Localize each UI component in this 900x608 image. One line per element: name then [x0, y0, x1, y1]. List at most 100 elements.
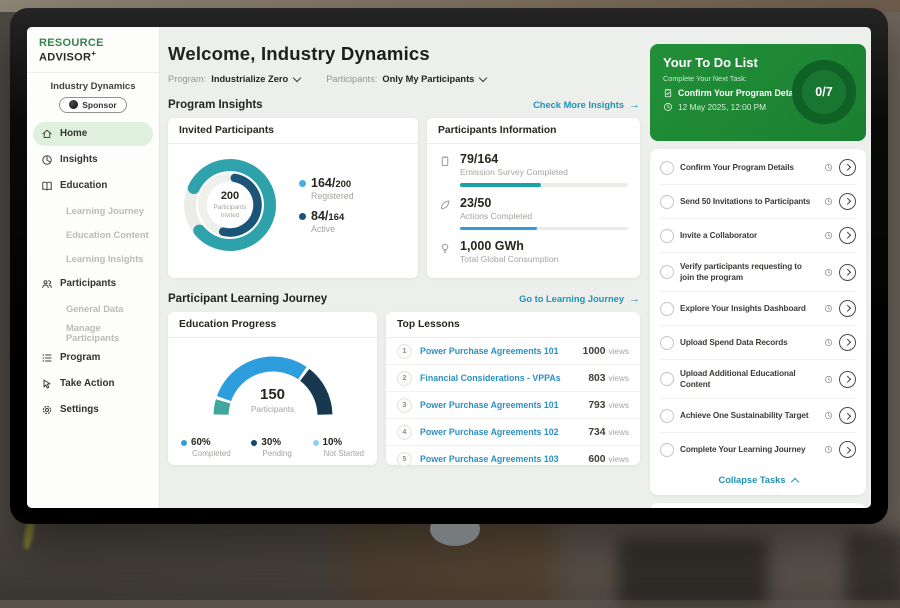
- sidebar-item-education[interactable]: Education: [33, 174, 153, 198]
- education-icon: [41, 180, 53, 192]
- chevron-right-icon: [844, 447, 850, 453]
- sidebar-item-settings[interactable]: Settings: [33, 398, 153, 422]
- collapse-tasks-link[interactable]: Collapse Tasks: [660, 466, 856, 489]
- gauge-legend-item-pending: 30% Pending: [251, 437, 291, 458]
- sidebar-item-insights[interactable]: Insights: [33, 148, 153, 172]
- sidebar-item-label: Program: [60, 352, 100, 363]
- progress-bar-track: [460, 227, 628, 231]
- task-open-button[interactable]: [839, 371, 856, 388]
- clock-icon: [824, 304, 833, 313]
- card-title: Education Progress: [168, 312, 377, 338]
- donut-chart-area: 200 Participants Invited 164/200 Registe…: [168, 144, 418, 266]
- lesson-link[interactable]: Financial Considerations - VPPAs: [420, 373, 580, 383]
- sidebar-item-home[interactable]: Home: [33, 122, 153, 146]
- task-checkbox[interactable]: [660, 161, 674, 175]
- section-title: Program Insights: [168, 99, 263, 111]
- task-checkbox[interactable]: [660, 336, 674, 350]
- sidebar-item-label: Take Action: [60, 378, 114, 389]
- task-open-button[interactable]: [839, 264, 856, 281]
- lesson-row: 5 Power Purchase Agreements 103 600views: [386, 446, 640, 472]
- brand-primary: RESOURCE: [39, 37, 104, 49]
- lesson-link[interactable]: Power Purchase Agreements 103: [420, 454, 580, 464]
- sidebar-subitem-learning-insights[interactable]: Learning Insights: [33, 248, 153, 271]
- chevron-right-icon: [844, 198, 850, 204]
- task-open-button[interactable]: [839, 227, 856, 244]
- participants-label: Participants:: [326, 74, 377, 84]
- progress-bar-fill: [460, 227, 537, 231]
- task-checkbox[interactable]: [660, 265, 674, 279]
- sidebar-item-participants[interactable]: Participants: [33, 272, 153, 296]
- todo-next-task: Confirm Your Program Details: [678, 88, 803, 98]
- sidebar-item-program[interactable]: Program: [33, 346, 153, 370]
- gauge-legend-value: 10%: [323, 437, 343, 448]
- clock-icon: [824, 231, 833, 240]
- legend-value: 164/: [311, 176, 335, 190]
- task-open-button[interactable]: [839, 159, 856, 176]
- chevron-right-icon: [844, 232, 850, 238]
- gauge-legend-label: Pending: [262, 449, 291, 458]
- stat-row-emission-survey-completed: 79/164 Emission Survey Completed: [439, 152, 628, 187]
- participants-information-card: Participants Information 79/164 Emission…: [427, 118, 640, 278]
- task-checkbox[interactable]: [660, 302, 674, 316]
- task-checkbox[interactable]: [660, 195, 674, 209]
- lesson-row: 4 Power Purchase Agreements 102 734views: [386, 419, 640, 446]
- chevron-down-icon: [293, 73, 301, 81]
- sidebar-subitem-manage-participants[interactable]: Manage Participants: [33, 322, 153, 345]
- task-open-button[interactable]: [839, 300, 856, 317]
- sponsor-badge-label: Sponsor: [82, 100, 116, 110]
- task-open-button[interactable]: [839, 441, 856, 458]
- sidebar-subitem-learning-journey[interactable]: Learning Journey: [33, 200, 153, 223]
- lesson-link[interactable]: Power Purchase Agreements 101: [420, 400, 580, 410]
- check-more-insights-link[interactable]: Check More Insights→: [533, 100, 640, 111]
- task-checkbox[interactable]: [660, 229, 674, 243]
- program-select[interactable]: Program: Industrialize Zero: [168, 74, 300, 84]
- task-open-button[interactable]: [839, 334, 856, 351]
- go-to-learning-journey-link[interactable]: Go to Learning Journey→: [519, 294, 640, 305]
- settings-icon: [41, 404, 53, 416]
- task-label: Explore Your Insights Dashboard: [680, 303, 818, 314]
- gauge-legend-value: 60%: [191, 437, 211, 448]
- learning-journey-header: Participant Learning Journey Go to Learn…: [168, 293, 640, 305]
- sidebar-subitem-education-content[interactable]: Education Content: [33, 224, 153, 247]
- sidebar-subitem-general-data[interactable]: General Data: [33, 298, 153, 321]
- insights-cards-row: Invited Participants 200 Participants In…: [168, 118, 640, 278]
- chevron-right-icon: [844, 305, 850, 311]
- bulb-icon: [439, 239, 452, 264]
- participants-select[interactable]: Participants: Only My Participants: [326, 74, 486, 84]
- clock-icon: [824, 197, 833, 206]
- clock-icon: [824, 375, 833, 384]
- todo-tasks-card: Confirm Your Program Details Send 50 Inv…: [650, 149, 866, 495]
- stat-label: Total Global Consumption: [460, 254, 628, 264]
- right-column: Your To Do List Complete Your Next Task:…: [650, 27, 866, 508]
- clock-icon: [824, 163, 833, 172]
- lesson-rank-badge: 3: [397, 398, 412, 413]
- sponsor-badge-icon: [69, 100, 78, 109]
- task-checkbox[interactable]: [660, 409, 674, 423]
- section-title: Participant Learning Journey: [168, 293, 327, 305]
- donut-center: 200 Participants Invited: [176, 151, 284, 259]
- filter-bar: Program: Industrialize Zero Participants…: [168, 74, 640, 84]
- chevron-right-icon: [844, 339, 850, 345]
- gauge-legend-item-not-started: 10% Not Started: [313, 437, 364, 458]
- clipboard-check-icon: [663, 88, 673, 98]
- task-label: Upload Additional Educational Content: [680, 368, 818, 390]
- donut-legend: 164/200 Registered 84/164 Active: [299, 168, 354, 242]
- todo-task-row-verify-participants-requesting-to-join-the-program: Verify participants requesting to join t…: [660, 253, 856, 292]
- task-checkbox[interactable]: [660, 372, 674, 386]
- arrow-right-icon: →: [629, 294, 640, 305]
- todo-task-row-upload-additional-educational-content: Upload Additional Educational Content: [660, 360, 856, 399]
- todo-due-date: 12 May 2025, 12:00 PM: [678, 102, 766, 112]
- task-open-button[interactable]: [839, 407, 856, 424]
- clock-icon: [824, 411, 833, 420]
- task-checkbox[interactable]: [660, 443, 674, 457]
- lesson-views-suffix: views: [609, 374, 629, 383]
- lesson-link[interactable]: Power Purchase Agreements 101: [420, 346, 575, 356]
- task-open-button[interactable]: [839, 193, 856, 210]
- gauge-legend-item-completed: 60% Completed: [181, 437, 231, 458]
- stat-value: 1,000 GWh: [460, 239, 628, 253]
- lesson-link[interactable]: Power Purchase Agreements 102: [420, 427, 580, 437]
- todo-task-list: Confirm Your Program Details Send 50 Inv…: [660, 151, 856, 466]
- main-content: Welcome, Industry Dynamics Program: Indu…: [168, 27, 640, 508]
- brand-secondary: ADVISOR: [39, 52, 91, 64]
- sidebar-item-take-action[interactable]: Take Action: [33, 372, 153, 396]
